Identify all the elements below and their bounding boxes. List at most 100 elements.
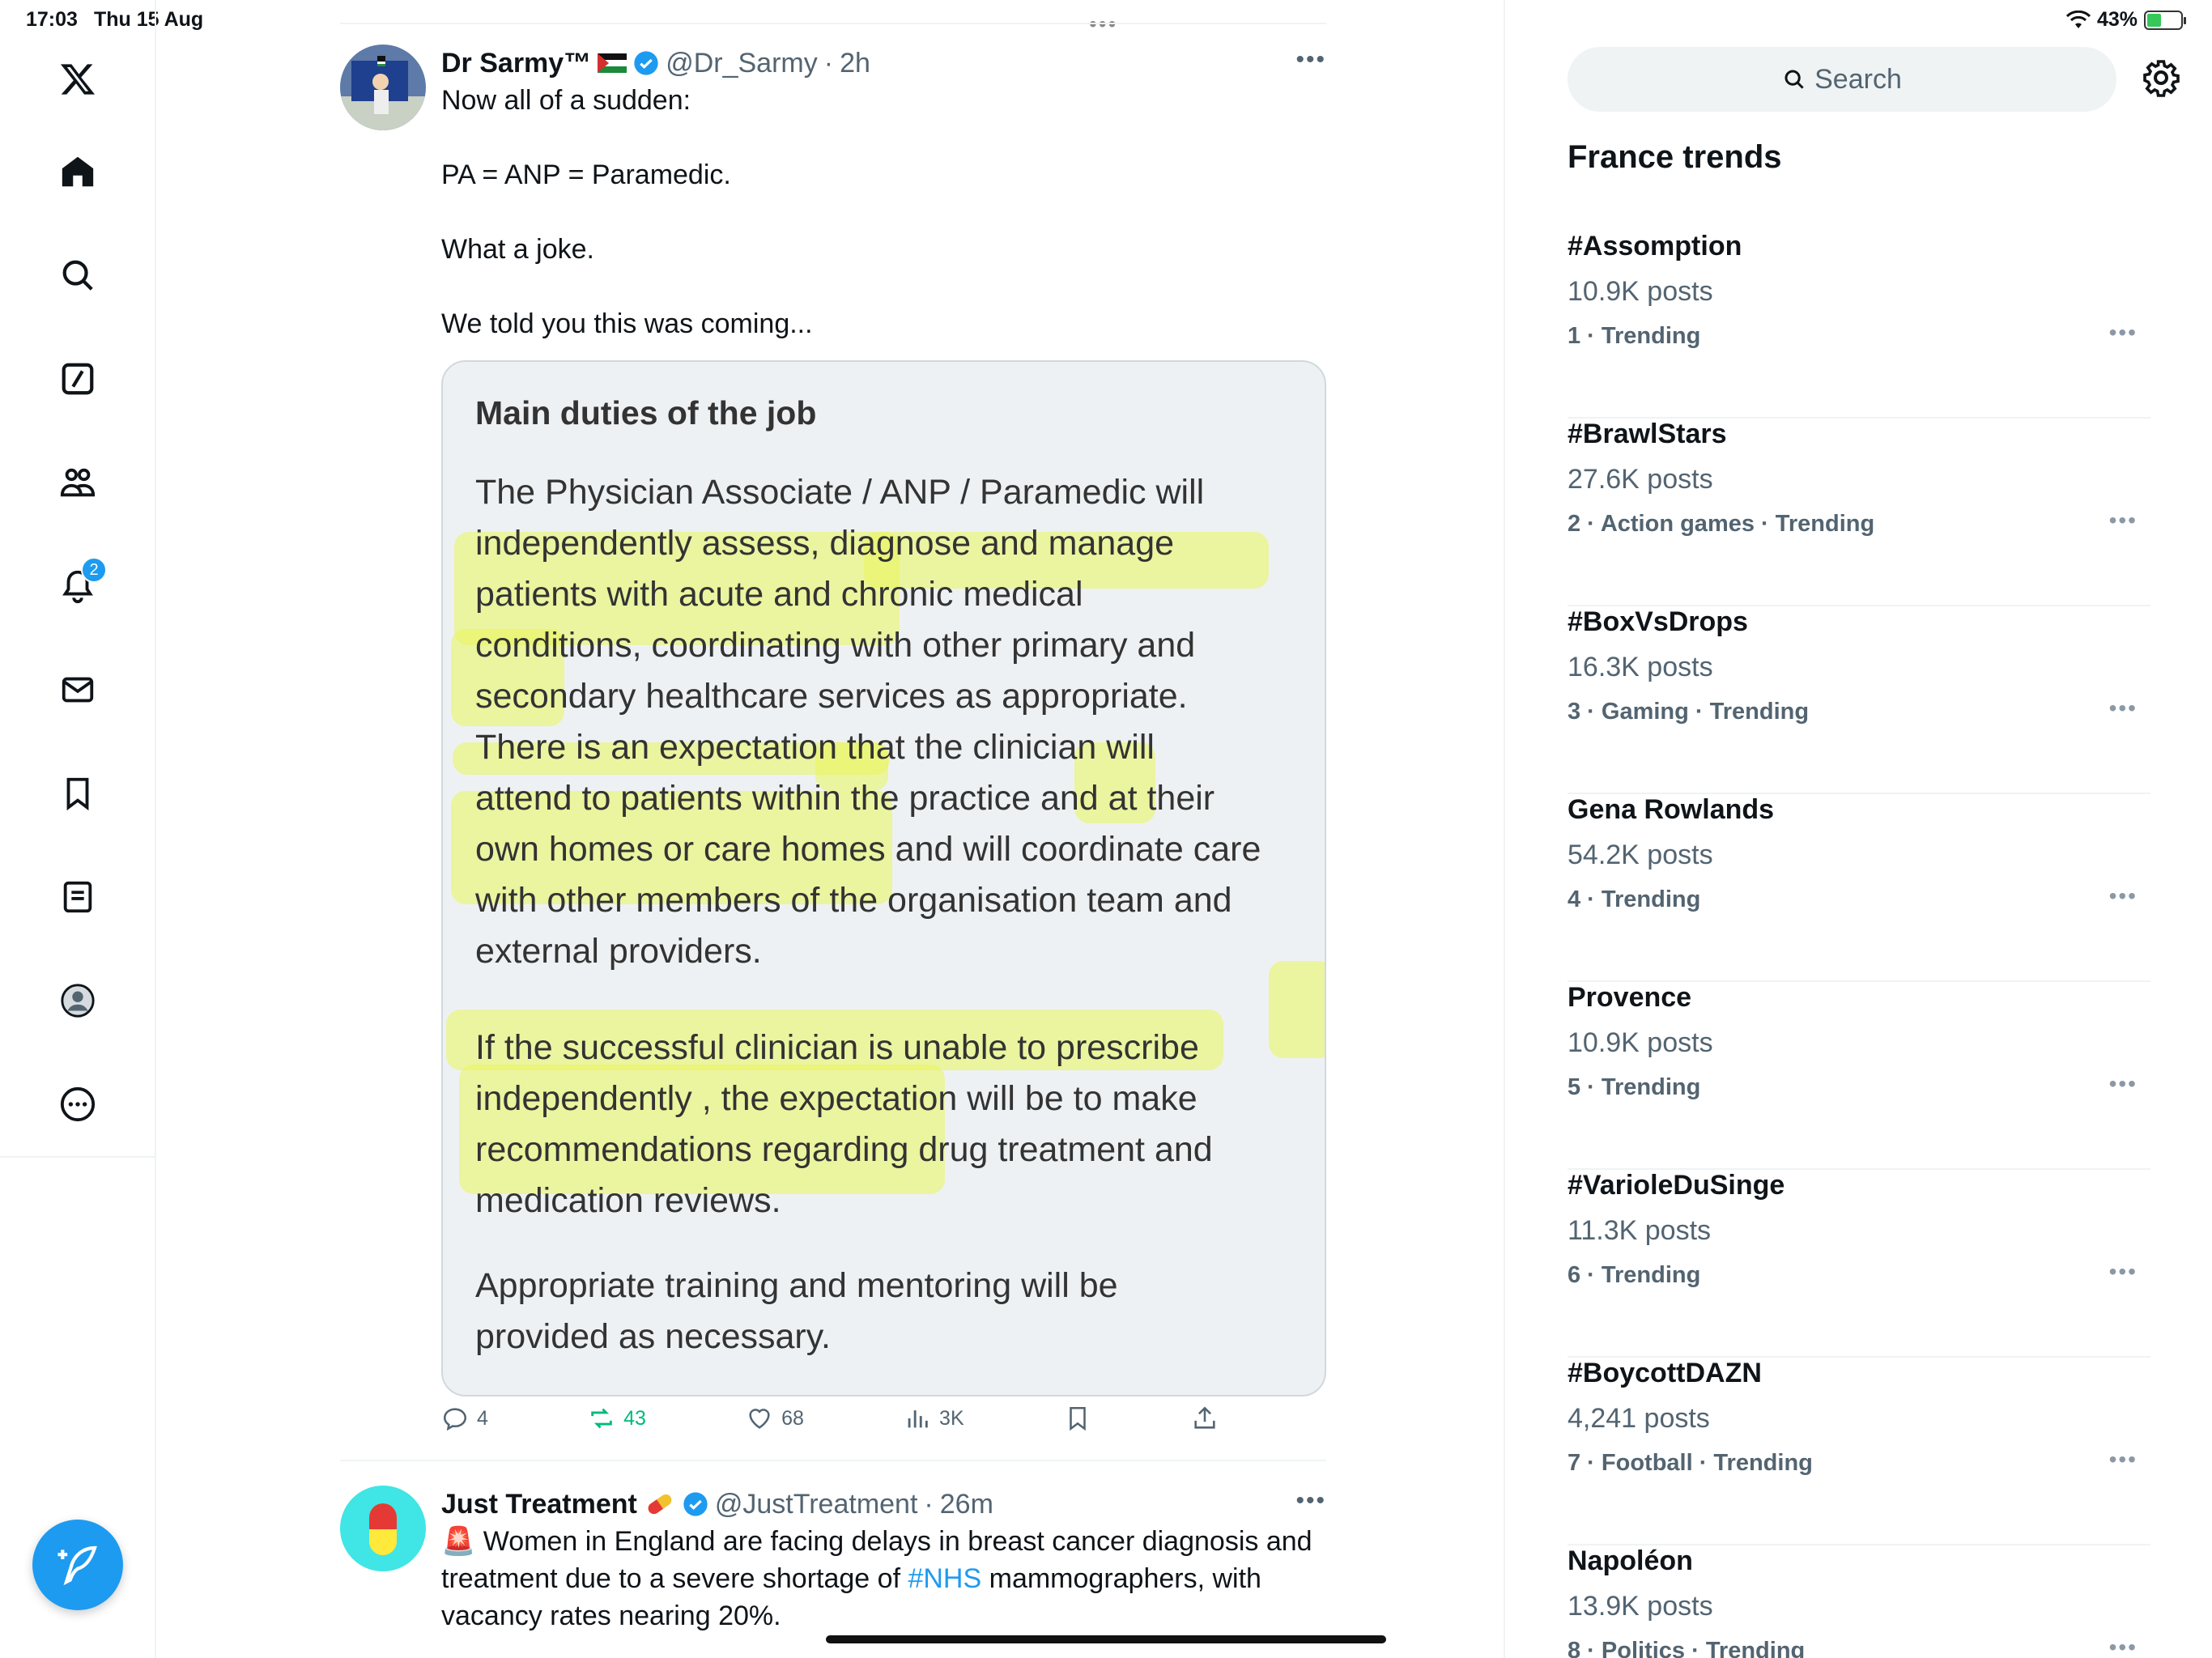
- trend-item[interactable]: Provence 10.9K posts 5 · Trending •••: [1568, 982, 2150, 1170]
- trend-title: #Assomption: [1568, 231, 1742, 261]
- trend-meta: 2 · Action games · Trending: [1568, 511, 1875, 537]
- card-paragraph-3: Appropriate training and mentoring will …: [475, 1266, 1118, 1356]
- trend-more-icon[interactable]: •••: [2109, 1071, 2138, 1097]
- share-icon: [1194, 1406, 1215, 1429]
- author-name[interactable]: Dr Sarmy™: [441, 48, 591, 79]
- drag-handle-dots-icon[interactable]: •••: [1089, 11, 1117, 37]
- hashtag-link[interactable]: #NHS: [908, 1563, 981, 1594]
- settings-gear-icon[interactable]: [2142, 58, 2180, 97]
- trend-title: #BoxVsDrops: [1568, 606, 1748, 637]
- author-name[interactable]: Just Treatment: [441, 1489, 637, 1520]
- card-title: Main duties of the job: [475, 394, 817, 432]
- trend-more-icon[interactable]: •••: [2109, 1259, 2138, 1285]
- tweet-text: 🚨 Women in England are facing delays in …: [441, 1523, 1326, 1635]
- trend-posts: 13.9K posts: [1568, 1591, 1713, 1622]
- bookmarks-icon[interactable]: [45, 761, 110, 826]
- trend-posts: 4,241 posts: [1568, 1403, 1710, 1434]
- communities-icon[interactable]: [45, 450, 110, 515]
- trend-title: Gena Rowlands: [1568, 794, 1775, 825]
- trend-meta: 7 · Football · Trending: [1568, 1450, 1813, 1476]
- bookmark-button[interactable]: [1064, 1405, 1091, 1432]
- search-icon: [1784, 70, 1804, 89]
- like-button[interactable]: 68: [746, 1405, 804, 1432]
- trend-item[interactable]: #BrawlStars 27.6K posts 2 · Action games…: [1568, 419, 2150, 606]
- compose-post-button[interactable]: [32, 1520, 123, 1610]
- tweet-more-icon[interactable]: •••: [1295, 1487, 1326, 1515]
- tweet-more-icon[interactable]: •••: [1295, 46, 1326, 74]
- reply-icon: [443, 1408, 467, 1431]
- notifications-badge: 2: [81, 557, 107, 583]
- more-options-icon[interactable]: [45, 1072, 110, 1137]
- explore-search-icon[interactable]: [45, 243, 110, 308]
- trend-meta: 3 · Gaming · Trending: [1568, 699, 1810, 725]
- trend-item[interactable]: Gena Rowlands 54.2K posts 4 · Trending •…: [1568, 794, 2150, 982]
- trend-item[interactable]: Napoléon 13.9K posts 8 · Politics · Tren…: [1568, 1545, 2150, 1658]
- profile-avatar-icon[interactable]: [45, 968, 110, 1033]
- header-separator: ·: [823, 47, 834, 79]
- trend-meta: 6 · Trending: [1568, 1262, 1701, 1288]
- trend-more-icon[interactable]: •••: [2109, 1447, 2138, 1473]
- tweet-header: Just Treatment @JustTreatment · 26m: [441, 1486, 1326, 1523]
- post-time[interactable]: 26m: [940, 1489, 993, 1520]
- trend-posts: 27.6K posts: [1568, 464, 1713, 495]
- card-paragraph-1: The Physician Associate / ANP / Paramedi…: [475, 473, 1261, 971]
- author-handle[interactable]: @JustTreatment: [715, 1489, 918, 1520]
- avatar[interactable]: [340, 45, 426, 130]
- reply-button[interactable]: 4: [441, 1405, 488, 1432]
- trends-heading: France trends: [1568, 139, 1782, 175]
- header-separator: ·: [924, 1488, 934, 1520]
- repost-count: 43: [623, 1406, 646, 1430]
- side-nav: 2: [0, 0, 156, 1158]
- trend-item[interactable]: #BoycottDAZN 4,241 posts 7 · Football · …: [1568, 1358, 2150, 1545]
- trend-posts: 16.3K posts: [1568, 652, 1713, 682]
- trend-posts: 10.9K posts: [1568, 1027, 1713, 1058]
- views-chart-icon: [908, 1410, 928, 1428]
- search-input[interactable]: Search: [1568, 47, 2116, 112]
- timeline-top-divider: [340, 23, 1326, 24]
- messages-mail-icon[interactable]: [45, 657, 110, 722]
- attached-image[interactable]: Main duties of the job The Physician Ass…: [441, 360, 1326, 1397]
- trend-posts: 11.3K posts: [1568, 1215, 1712, 1246]
- avatar[interactable]: [340, 1486, 426, 1571]
- like-count: 68: [781, 1406, 804, 1430]
- x-logo-icon[interactable]: [45, 47, 110, 112]
- trend-more-icon[interactable]: •••: [2109, 695, 2138, 721]
- trend-meta: 1 · Trending: [1568, 323, 1701, 349]
- trend-item[interactable]: #Assomption 10.9K posts 1 · Trending •••: [1568, 231, 2150, 419]
- grok-icon[interactable]: [45, 346, 110, 411]
- verified-badge-icon: [683, 1492, 708, 1516]
- trend-item[interactable]: #BoxVsDrops 16.3K posts 3 · Gaming · Tre…: [1568, 606, 2150, 794]
- palestine-flag-icon: [598, 53, 627, 73]
- repost-button[interactable]: 43: [588, 1405, 646, 1432]
- trend-title: #BrawlStars: [1568, 419, 1727, 449]
- repost-icon: [591, 1408, 612, 1429]
- verified-badge-icon: [634, 51, 658, 75]
- trend-more-icon[interactable]: •••: [2109, 1635, 2138, 1658]
- views-button[interactable]: 3K: [904, 1405, 964, 1432]
- home-indicator[interactable]: [826, 1635, 1386, 1643]
- share-button[interactable]: [1191, 1405, 1219, 1432]
- compose-feather-icon: [57, 1545, 97, 1586]
- pill-emoji-icon: [648, 1494, 672, 1515]
- trend-title: Napoléon: [1568, 1545, 1693, 1576]
- trend-posts: 54.2K posts: [1568, 840, 1713, 870]
- trend-more-icon[interactable]: •••: [2109, 883, 2138, 909]
- trend-more-icon[interactable]: •••: [2109, 508, 2138, 534]
- trend-more-icon[interactable]: •••: [2109, 320, 2138, 346]
- trend-posts: 10.9K posts: [1568, 276, 1713, 307]
- tweet-header: Dr Sarmy™ @Dr_Sarmy · 2h: [441, 45, 1326, 82]
- trend-title: #BoycottDAZN: [1568, 1358, 1762, 1388]
- trend-item[interactable]: #VarioleDuSinge 11.3K posts 6 · Trending…: [1568, 1170, 2150, 1358]
- home-icon[interactable]: [45, 139, 110, 204]
- card-paragraph-2: If the successful clinician is unable to…: [475, 1028, 1213, 1220]
- tweet-actions: 4 43 68 3K: [441, 1405, 1219, 1432]
- views-count: 3K: [939, 1406, 964, 1430]
- trend-title: Provence: [1568, 982, 1692, 1013]
- author-handle[interactable]: @Dr_Sarmy: [666, 48, 818, 79]
- heart-icon: [749, 1409, 770, 1429]
- right-sidebar: Search France trends #Assomption 10.9K p…: [1504, 0, 2212, 1658]
- trend-meta: 8 · Politics · Trending: [1568, 1638, 1806, 1658]
- notifications-bell-icon[interactable]: 2: [45, 554, 110, 619]
- post-time[interactable]: 2h: [840, 48, 870, 79]
- lists-icon[interactable]: [45, 865, 110, 929]
